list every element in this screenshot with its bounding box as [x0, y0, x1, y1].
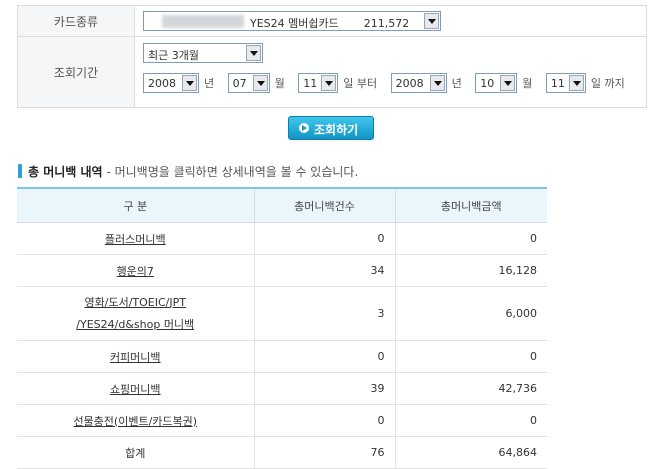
year-unit: 년: [451, 77, 462, 90]
from-year-select[interactable]: 2008: [143, 73, 199, 93]
row-amount: 0: [394, 340, 547, 373]
moneyback-link[interactable]: 선물충전(이벤트/카드복권): [73, 415, 197, 428]
month-unit: 월: [522, 77, 533, 90]
row-amount: 6,000: [394, 286, 547, 341]
table-row: 플러스머니백 0 0: [17, 222, 547, 255]
column-header-count: 총머니백건수: [253, 187, 395, 223]
to-year-value: 2008: [395, 77, 424, 90]
moneyback-table: 구 분 총머니백건수 총머니백금액 플러스머니백 0 0 행운의7 34 16,…: [17, 187, 547, 469]
to-month-select[interactable]: 10: [475, 73, 518, 93]
to-day-value: 11: [550, 77, 565, 90]
chevron-down-icon[interactable]: [429, 75, 445, 91]
to-year-select[interactable]: 2008: [390, 73, 447, 93]
moneyback-link[interactable]: 영화/도서/TOEIC/JPT: [85, 296, 186, 309]
month-unit: 월: [274, 77, 285, 90]
moneyback-link[interactable]: 쇼핑머니백: [110, 383, 161, 396]
total-label: 합계: [17, 436, 254, 469]
moneyback-link[interactable]: 플러스머니백: [105, 233, 166, 246]
row-amount: 0: [394, 404, 547, 437]
row-count: 39: [253, 372, 395, 405]
row-count: 0: [253, 404, 395, 437]
period-value: 최근 3개월: [148, 49, 199, 62]
from-month-select[interactable]: 07: [227, 73, 270, 93]
column-header-category: 구 분: [17, 187, 254, 223]
day-from-unit: 일 부터: [343, 77, 378, 90]
card-name: YES24 멤버쉽카드: [250, 17, 339, 30]
search-form: 카드종류 YES24 멤버쉽카드 211,572 조회기간 최근 3개월 200…: [17, 5, 647, 108]
chevron-down-icon[interactable]: [568, 75, 584, 91]
table-row: 행운의7 34 16,128: [17, 254, 547, 287]
chevron-down-icon[interactable]: [252, 75, 268, 91]
column-header-amount: 총머니백금액: [394, 187, 547, 223]
table-row: 선물충전(이벤트/카드복권) 0 0: [17, 404, 547, 437]
row-count: 0: [253, 222, 395, 255]
card-type-select[interactable]: YES24 멤버쉽카드 211,572: [143, 11, 441, 31]
year-unit: 년: [204, 77, 215, 90]
from-day-value: 11: [303, 77, 318, 90]
row-amount: 42,736: [394, 372, 547, 405]
section-title: 총 머니백 내역: [28, 165, 103, 179]
chevron-down-icon[interactable]: [182, 75, 197, 91]
section-description: - 머니백명을 클릭하면 상세내역을 볼 수 있습니다.: [106, 165, 359, 179]
period-select[interactable]: 최근 3개월: [143, 43, 263, 63]
table-row: 쇼핑머니백 39 42,736: [17, 372, 547, 405]
total-count: 76: [253, 436, 395, 469]
moneyback-link[interactable]: 행운의7: [117, 265, 154, 278]
search-button-label: 조회하기: [314, 123, 359, 137]
card-type-label: 카드종류: [17, 5, 135, 37]
moneyback-link[interactable]: /YES24/d&shop 머니백: [76, 318, 194, 331]
to-month-value: 10: [480, 77, 495, 90]
total-row: 합계 76 64,864: [17, 436, 547, 469]
table-header-row: 구 분 총머니백건수 총머니백금액: [17, 187, 547, 223]
section-heading: 총 머니백 내역 - 머니백명을 클릭하면 상세내역을 볼 수 있습니다.: [18, 163, 358, 180]
from-year-value: 2008: [148, 77, 176, 90]
row-amount: 0: [394, 222, 547, 255]
moneyback-link[interactable]: 커피머니백: [110, 351, 161, 364]
to-day-select[interactable]: 11: [545, 73, 586, 93]
row-count: 3: [253, 286, 395, 341]
chevron-down-icon[interactable]: [321, 75, 337, 91]
chevron-down-icon[interactable]: [246, 45, 261, 61]
row-count: 34: [253, 254, 395, 287]
card-amount: 211,572: [363, 17, 410, 30]
day-to-unit: 일 까지: [590, 77, 625, 90]
from-day-select[interactable]: 11: [298, 73, 339, 93]
masked-card-number: [162, 15, 244, 28]
total-amount: 64,864: [394, 436, 547, 469]
from-month-value: 07: [232, 77, 247, 90]
chevron-down-icon[interactable]: [500, 75, 516, 91]
table-row: 영화/도서/TOEIC/JPT /YES24/d&shop 머니백 3 6,00…: [17, 286, 547, 341]
section-bar-icon: [18, 164, 22, 178]
row-count: 0: [253, 340, 395, 373]
table-row: 커피머니백 0 0: [17, 340, 547, 373]
row-amount: 16,128: [394, 254, 547, 287]
period-label: 조회기간: [17, 36, 135, 108]
play-circle-icon: [299, 123, 309, 133]
chevron-down-icon[interactable]: [424, 13, 439, 29]
search-button[interactable]: 조회하기: [288, 116, 374, 140]
